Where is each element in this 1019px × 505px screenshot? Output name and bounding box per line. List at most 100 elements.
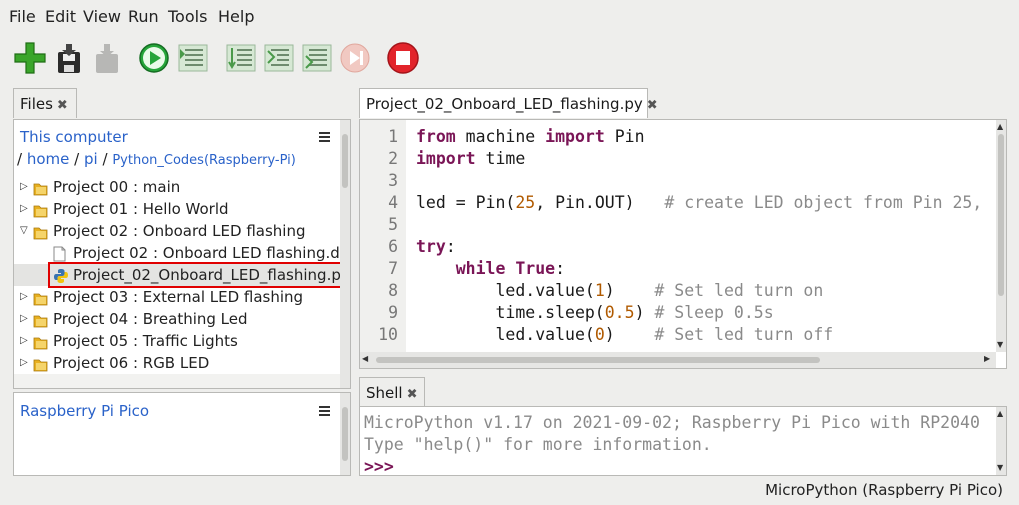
folder-icon — [33, 180, 48, 196]
editor-vscroll[interactable]: ▲ ▼ — [996, 120, 1006, 352]
shell-panel[interactable]: MicroPython v1.17 on 2021-09-02; Raspber… — [359, 406, 1007, 476]
step-into-icon[interactable] — [262, 40, 296, 76]
menu-bar: File Edit View Run Tools Help — [0, 0, 1019, 32]
collapsed-arrow-icon[interactable]: ▷ — [20, 198, 28, 220]
collapsed-arrow-icon[interactable]: ▷ — [20, 330, 28, 352]
tree-item[interactable]: ▽ Project 02 : Onboard LED flashing — [14, 220, 340, 242]
scroll-thumb[interactable] — [342, 407, 348, 461]
horizontal-scrollbar[interactable] — [14, 374, 340, 388]
panel-menu-icon[interactable] — [319, 132, 330, 142]
path-sep: / — [74, 150, 80, 168]
tree-item[interactable]: ▷ Project 00 : main — [14, 176, 340, 198]
files-pico-panel: Raspberry Pi Pico — [13, 392, 351, 476]
new-file-icon[interactable] — [13, 40, 47, 76]
code-line[interactable]: try: — [416, 236, 996, 258]
scroll-up-icon[interactable]: ▲ — [997, 409, 1003, 418]
code-line[interactable]: led.value(1) # Set led turn on — [416, 280, 996, 302]
path-home[interactable]: home — [27, 150, 70, 168]
tree-item[interactable]: Project_02_Onboard_LED_flashing.py — [14, 262, 340, 288]
tree-item[interactable]: ▷ Project 05 : Traffic Lights — [14, 330, 340, 352]
selection-highlight — [48, 262, 340, 288]
code-line[interactable]: time.sleep(0.5) # Sleep 0.5s — [416, 302, 996, 324]
tab-shell[interactable]: Shell ✖ — [359, 377, 425, 407]
close-icon[interactable]: ✖ — [407, 387, 418, 402]
menu-help[interactable]: Help — [218, 7, 254, 26]
panel-menu-icon[interactable] — [319, 406, 330, 416]
collapsed-arrow-icon[interactable]: ▷ — [20, 176, 28, 198]
step-over-icon[interactable] — [224, 40, 258, 76]
pico-scrollbar[interactable] — [340, 393, 350, 475]
code-line[interactable]: while True: — [416, 258, 996, 280]
tree-item[interactable]: ▷ Project 04 : Breathing Led — [14, 308, 340, 330]
stop-icon[interactable] — [386, 40, 420, 76]
save-icon[interactable] — [52, 40, 86, 76]
menu-view[interactable]: View — [83, 7, 121, 26]
tab-editor-file[interactable]: Project_02_Onboard_LED_flashing.py ✖ — [359, 88, 658, 118]
line-number: 4 — [388, 193, 398, 212]
shell-prompt[interactable]: >>> — [364, 456, 394, 478]
code-line[interactable] — [416, 214, 996, 236]
run-icon[interactable] — [137, 40, 171, 76]
files-scrollbar[interactable] — [340, 120, 350, 388]
line-number: 1 — [388, 127, 398, 146]
path-folder[interactable]: Python_Codes(Raspberry-Pi) — [112, 153, 296, 168]
scroll-down-icon[interactable]: ▼ — [997, 463, 1003, 472]
code-line[interactable]: import time — [416, 148, 996, 170]
scroll-thumb[interactable] — [376, 357, 820, 363]
debug-icon[interactable] — [176, 40, 210, 76]
tree-item-label: Project 01 : Hello World — [53, 200, 229, 218]
tree-item-label: Project 02 : Onboard LED flashing — [53, 222, 306, 240]
folder-icon — [33, 224, 48, 240]
files-computer-panel: This computer / home / pi / Python_Codes… — [13, 119, 351, 389]
line-number: 10 — [378, 325, 398, 344]
code-editor[interactable]: from machine import Pin import time led = … — [416, 126, 996, 352]
tab-files[interactable]: Files ✖ — [13, 88, 77, 118]
collapsed-arrow-icon[interactable]: ▷ — [20, 352, 28, 374]
scroll-left-icon[interactable]: ◀ — [362, 354, 368, 363]
menu-edit[interactable]: Edit — [45, 7, 76, 26]
tree-item-label: Project 03 : External LED flashing — [53, 288, 304, 306]
collapsed-arrow-icon[interactable]: ▷ — [20, 286, 28, 308]
folder-icon — [33, 356, 48, 372]
code-line[interactable]: led = Pin(25, Pin.OUT) # create LED obje… — [416, 192, 996, 214]
menu-file[interactable]: File — [9, 7, 36, 26]
close-icon[interactable]: ✖ — [647, 98, 658, 113]
folder-icon — [33, 312, 48, 328]
code-line[interactable]: from machine import Pin — [416, 126, 996, 148]
tree-item[interactable]: ▷ Project 01 : Hello World — [14, 198, 340, 220]
breadcrumb: / home / pi / Python_Codes(Raspberry-Pi) — [17, 150, 296, 168]
upload-icon[interactable] — [90, 40, 124, 76]
pico-label: Raspberry Pi Pico — [20, 402, 150, 420]
this-computer-label: This computer — [20, 128, 128, 146]
menu-run[interactable]: Run — [128, 7, 159, 26]
code-line[interactable] — [416, 170, 996, 192]
step-out-icon[interactable] — [300, 40, 334, 76]
shell-banner: MicroPython v1.17 on 2021-09-02; Raspber… — [364, 413, 980, 432]
scroll-thumb[interactable] — [342, 134, 348, 188]
editor-hscroll[interactable]: ◀ ▶ — [360, 352, 996, 368]
resume-icon[interactable] — [338, 40, 372, 76]
scroll-thumb[interactable] — [998, 134, 1004, 296]
shell-scrollbar[interactable]: ▲ ▼ — [996, 407, 1006, 475]
tree-item[interactable]: ▷ Project 06 : RGB LED — [14, 352, 340, 374]
tree-item[interactable]: Project 02 : Onboard LED flashing.dc — [14, 242, 340, 264]
scroll-down-icon[interactable]: ▼ — [997, 340, 1003, 349]
line-numbers: 1 2 3 4 5 6 7 8 9 10 — [360, 126, 398, 346]
status-interpreter[interactable]: MicroPython (Raspberry Pi Pico) — [765, 481, 1003, 499]
menu-tools[interactable]: Tools — [168, 7, 207, 26]
tree-item-label: Project 02 : Onboard LED flashing.dc — [73, 244, 340, 262]
shell-tab-label: Shell — [366, 384, 403, 402]
tree-item-label: Project 04 : Breathing Led — [53, 310, 248, 328]
scroll-up-icon[interactable]: ▲ — [997, 122, 1003, 131]
line-number: 2 — [388, 149, 398, 168]
expanded-arrow-icon[interactable]: ▽ — [20, 220, 28, 242]
scroll-right-icon[interactable]: ▶ — [984, 354, 990, 363]
file-icon — [53, 246, 68, 262]
tree-item[interactable]: ▷ Project 03 : External LED flashing — [14, 286, 340, 308]
path-pi[interactable]: pi — [84, 150, 98, 168]
close-icon[interactable]: ✖ — [57, 98, 68, 113]
code-line[interactable]: led.value(0) # Set led turn off — [416, 324, 996, 346]
line-number: 3 — [388, 171, 398, 190]
collapsed-arrow-icon[interactable]: ▷ — [20, 308, 28, 330]
path-sep: / — [17, 150, 23, 168]
